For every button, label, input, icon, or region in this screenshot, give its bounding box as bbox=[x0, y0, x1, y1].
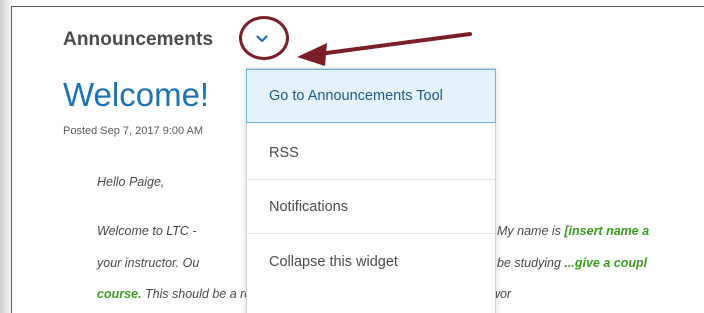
menu-item-rss[interactable]: RSS bbox=[247, 126, 495, 180]
post-line-1-end: My name is [insert name a bbox=[497, 224, 649, 238]
line-1-start: Welcome to LTC - bbox=[97, 224, 197, 238]
post-greeting: Hello Paige, bbox=[97, 175, 165, 189]
post-line-1: Welcome to LTC - bbox=[97, 224, 197, 238]
menu-item-collapse-widget[interactable]: Collapse this widget bbox=[247, 235, 495, 289]
widget-title: Announcements bbox=[63, 29, 214, 50]
line-2-start: your instructor. Ou bbox=[97, 256, 200, 270]
line-2-green: ...give a coupl bbox=[564, 256, 648, 270]
widget-dropdown-menu: Go to Announcements Tool RSS Notificatio… bbox=[246, 68, 496, 313]
line-1-green: [insert name a bbox=[564, 224, 650, 238]
post-meta: Posted Sep 7, 2017 9:00 AM bbox=[63, 125, 204, 137]
menu-item-notifications[interactable]: Notifications bbox=[247, 180, 495, 234]
line-1-end-text: My name is bbox=[497, 224, 565, 238]
line-3-green: course. bbox=[97, 287, 142, 301]
menu-item-go-to-announcements[interactable]: Go to Announcements Tool bbox=[246, 69, 496, 123]
annotation-arrow-icon bbox=[297, 32, 472, 66]
line-2-end-text: be studying bbox=[497, 256, 565, 270]
highlight-circle bbox=[239, 16, 289, 60]
post-line-2-end: be studying ...give a coupl bbox=[497, 256, 647, 270]
post-line-2: your instructor. Ou bbox=[97, 256, 199, 270]
post-title[interactable]: Welcome! bbox=[63, 76, 209, 114]
